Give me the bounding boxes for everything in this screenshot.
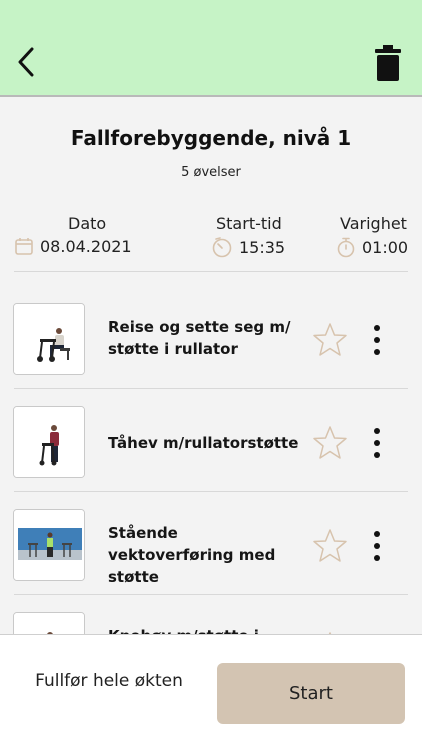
exercise-image bbox=[14, 613, 84, 634]
start-time-value: 15:35 bbox=[239, 237, 286, 257]
more-dot bbox=[374, 543, 380, 549]
exercise-thumbnail[interactable] bbox=[13, 406, 85, 478]
duration-value: 01:00 bbox=[362, 237, 409, 257]
more-dot bbox=[374, 555, 380, 561]
trash-icon bbox=[375, 45, 401, 81]
date-label: Dato bbox=[68, 214, 107, 233]
exercise-thumbnail[interactable] bbox=[13, 509, 85, 581]
exercise-count: 5 øvelser bbox=[181, 165, 241, 180]
star-icon[interactable] bbox=[312, 528, 348, 564]
exercise-thumbnail[interactable] bbox=[13, 303, 85, 375]
duration-label: Varighet bbox=[340, 214, 407, 233]
more-dot bbox=[374, 349, 380, 355]
start-button[interactable]: Start bbox=[217, 663, 405, 724]
more-dot bbox=[374, 452, 380, 458]
delete-button[interactable] bbox=[374, 44, 402, 82]
stopwatch-icon bbox=[337, 237, 355, 258]
star-icon[interactable] bbox=[312, 322, 348, 358]
exercise-thumbnail[interactable] bbox=[13, 612, 85, 634]
more-dot bbox=[374, 440, 380, 446]
clock-icon bbox=[212, 237, 232, 258]
finish-session-button[interactable]: Fullfør hele økten bbox=[30, 669, 188, 693]
list-item[interactable]: Stående vektoverføring med støtte bbox=[0, 478, 422, 595]
more-dot bbox=[374, 325, 380, 331]
exercise-title[interactable]: Knebøy m/støtte i bbox=[108, 625, 308, 634]
exercise-title[interactable]: Stående vektoverføring med støtte bbox=[108, 522, 308, 588]
back-button[interactable] bbox=[12, 44, 40, 80]
star-icon[interactable] bbox=[312, 425, 348, 461]
more-dot bbox=[374, 337, 380, 343]
calendar-icon bbox=[15, 238, 33, 255]
exercise-image bbox=[14, 407, 84, 477]
session-title: Fallforebyggende, nivå 1 bbox=[70, 126, 352, 150]
bottom-bar: Fullfør hele økten Start bbox=[0, 634, 422, 750]
list-item[interactable]: Reise og sette seg m/ støtte i rullator bbox=[0, 272, 422, 389]
exercise-image bbox=[14, 510, 84, 580]
more-options-button[interactable] bbox=[366, 426, 388, 460]
exercise-title[interactable]: Reise og sette seg m/ støtte i rullator bbox=[108, 316, 308, 360]
date-value-group: 08.04.2021 bbox=[14, 236, 132, 256]
exercise-title[interactable]: Tåhev m/rullatorstøtte bbox=[108, 432, 308, 454]
more-dot bbox=[374, 531, 380, 537]
start-time-label: Start-tid bbox=[216, 214, 282, 233]
list-item[interactable]: Knebøy m/støtte i bbox=[0, 581, 422, 634]
exercise-image bbox=[14, 304, 84, 374]
top-bar bbox=[0, 0, 422, 97]
start-time-value-group: 15:35 bbox=[211, 236, 285, 258]
duration-value-group: 01:00 bbox=[336, 236, 408, 258]
chevron-left-icon bbox=[18, 47, 34, 77]
list-item[interactable]: Tåhev m/rullatorstøtte bbox=[0, 375, 422, 492]
more-options-button[interactable] bbox=[366, 323, 388, 357]
more-options-button[interactable] bbox=[366, 529, 388, 563]
start-button-label: Start bbox=[289, 683, 333, 704]
more-dot bbox=[374, 428, 380, 434]
date-value: 08.04.2021 bbox=[40, 236, 132, 256]
exercise-list[interactable]: Reise og sette seg m/ støtte i rullator bbox=[0, 272, 422, 634]
